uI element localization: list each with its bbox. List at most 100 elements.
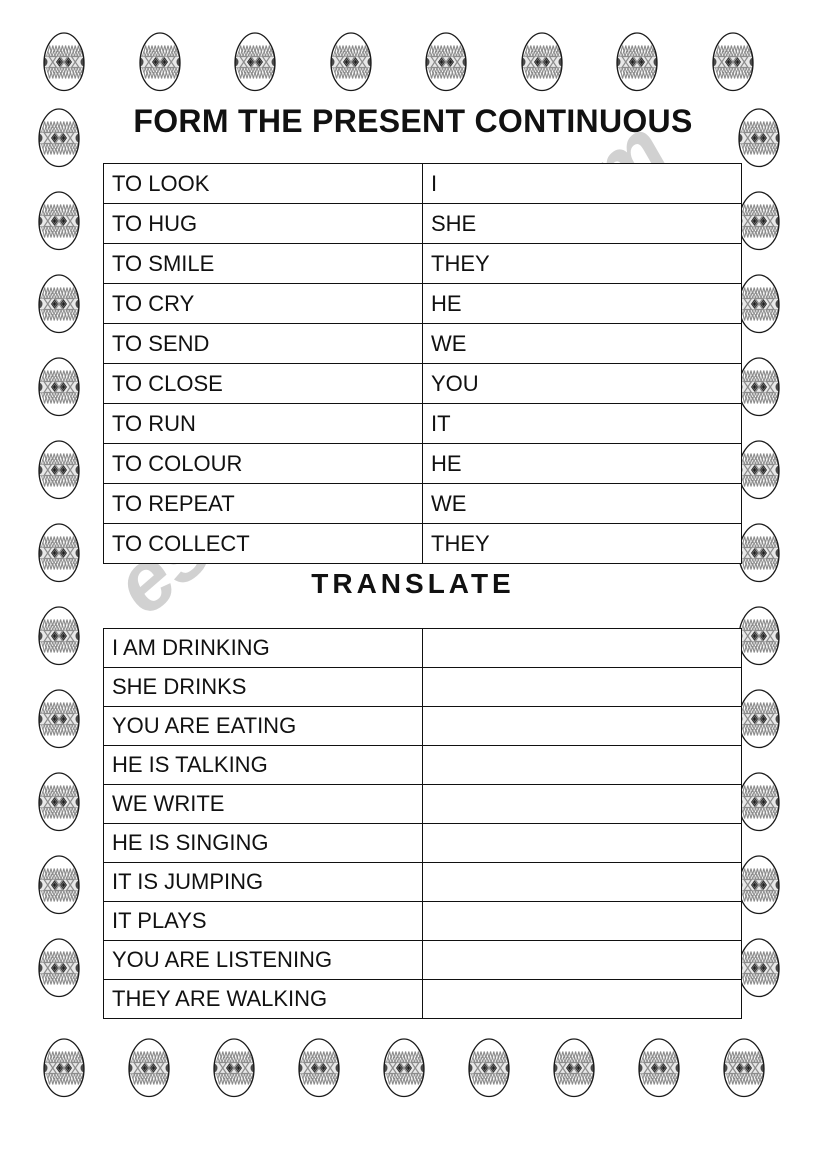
table-row: HE IS TALKING xyxy=(103,745,742,785)
easter-egg-icon xyxy=(466,1038,512,1098)
easter-egg-icon xyxy=(36,938,82,998)
easter-egg-icon xyxy=(41,32,87,92)
easter-egg-icon xyxy=(36,772,82,832)
table-row: TO REPEAT WE xyxy=(103,483,742,524)
easter-egg-icon xyxy=(36,523,82,583)
pronoun-cell[interactable]: THEY xyxy=(422,243,742,284)
sentence-cell: I AM DRINKING xyxy=(103,628,423,668)
easter-egg-icon xyxy=(736,191,782,251)
table-row: I AM DRINKING xyxy=(103,628,742,668)
easter-egg-icon xyxy=(636,1038,682,1098)
pronoun-cell[interactable]: YOU xyxy=(422,363,742,404)
pronoun-cell[interactable]: SHE xyxy=(422,203,742,244)
easter-egg-icon xyxy=(736,523,782,583)
easter-egg-icon xyxy=(736,440,782,500)
table-row: TO HUG SHE xyxy=(103,203,742,244)
easter-egg-icon xyxy=(614,32,660,92)
verb-cell: TO REPEAT xyxy=(103,483,423,524)
easter-egg-icon xyxy=(137,32,183,92)
table-row: TO CRY HE xyxy=(103,283,742,324)
answer-cell[interactable] xyxy=(422,979,742,1019)
table-row: IT PLAYS xyxy=(103,901,742,941)
easter-egg-icon xyxy=(36,440,82,500)
translate-section-title: TRANSLATE xyxy=(311,568,515,599)
easter-egg-icon xyxy=(296,1038,342,1098)
verb-cell: TO CLOSE xyxy=(103,363,423,404)
table-row: TO COLOUR HE xyxy=(103,443,742,484)
easter-egg-icon xyxy=(36,191,82,251)
easter-egg-icon xyxy=(736,855,782,915)
sentence-cell: IT PLAYS xyxy=(103,901,423,941)
sentence-cell: THEY ARE WALKING xyxy=(103,979,423,1019)
pronoun-cell[interactable]: WE xyxy=(422,323,742,364)
easter-egg-icon xyxy=(736,606,782,666)
table-row: WE WRITE xyxy=(103,784,742,824)
answer-cell[interactable] xyxy=(422,706,742,746)
answer-cell[interactable] xyxy=(422,628,742,668)
easter-egg-icon xyxy=(41,1038,87,1098)
answer-cell[interactable] xyxy=(422,784,742,824)
table-row: IT IS JUMPING xyxy=(103,862,742,902)
pronoun-cell[interactable]: I xyxy=(422,163,742,204)
easter-egg-icon xyxy=(736,938,782,998)
sentence-cell: IT IS JUMPING xyxy=(103,862,423,902)
easter-egg-icon xyxy=(381,1038,427,1098)
easter-egg-icon xyxy=(736,772,782,832)
table-row: YOU ARE LISTENING xyxy=(103,940,742,980)
table-row: TO CLOSE YOU xyxy=(103,363,742,404)
table-row: TO LOOK I xyxy=(103,163,742,204)
pronoun-cell[interactable]: IT xyxy=(422,403,742,444)
easter-egg-icon xyxy=(519,32,565,92)
verb-cell: TO HUG xyxy=(103,203,423,244)
answer-cell[interactable] xyxy=(422,667,742,707)
translate-table: I AM DRINKING SHE DRINKS YOU ARE EATING HE … xyxy=(103,628,742,1019)
easter-egg-icon xyxy=(211,1038,257,1098)
verb-cell: TO LOOK xyxy=(103,163,423,204)
table-row: TO COLLECT THEY xyxy=(103,523,742,564)
sentence-cell: YOU ARE EATING xyxy=(103,706,423,746)
easter-egg-icon xyxy=(551,1038,597,1098)
easter-egg-icon xyxy=(36,689,82,749)
easter-egg-icon xyxy=(36,855,82,915)
pronoun-cell[interactable]: THEY xyxy=(422,523,742,564)
verbs-table-body: TO LOOK I TO HUG SHE TO SMILE THEY TO CRY HE TO … xyxy=(103,163,742,564)
table-row: YOU ARE EATING xyxy=(103,706,742,746)
easter-egg-icon xyxy=(736,108,782,168)
table-row: TO SMILE THEY xyxy=(103,243,742,284)
table-row: TO RUN IT xyxy=(103,403,742,444)
answer-cell[interactable] xyxy=(422,940,742,980)
sentence-cell: HE IS SINGING xyxy=(103,823,423,863)
easter-egg-icon xyxy=(36,274,82,334)
verb-cell: TO SEND xyxy=(103,323,423,364)
answer-cell[interactable] xyxy=(422,823,742,863)
easter-egg-icon xyxy=(36,357,82,417)
sentence-cell: WE WRITE xyxy=(103,784,423,824)
easter-egg-icon xyxy=(328,32,374,92)
verbs-table: TO LOOK I TO HUG SHE TO SMILE THEY TO CRY HE TO … xyxy=(103,163,742,564)
pronoun-cell[interactable]: WE xyxy=(422,483,742,524)
page-title: FORM THE PRESENT CONTINUOUS xyxy=(133,103,693,139)
verb-cell: TO COLOUR xyxy=(103,443,423,484)
verb-cell: TO RUN xyxy=(103,403,423,444)
verb-cell: TO COLLECT xyxy=(103,523,423,564)
pronoun-cell[interactable]: HE xyxy=(422,283,742,324)
answer-cell[interactable] xyxy=(422,745,742,785)
easter-egg-icon xyxy=(126,1038,172,1098)
table-row: TO SEND WE xyxy=(103,323,742,364)
answer-cell[interactable] xyxy=(422,862,742,902)
table-row: SHE DRINKS xyxy=(103,667,742,707)
table-row: HE IS SINGING xyxy=(103,823,742,863)
easter-egg-icon xyxy=(36,108,82,168)
verb-cell: TO CRY xyxy=(103,283,423,324)
answer-cell[interactable] xyxy=(422,901,742,941)
easter-egg-icon xyxy=(721,1038,767,1098)
easter-egg-icon xyxy=(736,274,782,334)
pronoun-cell[interactable]: HE xyxy=(422,443,742,484)
worksheet-page: eslprintables.com FORM THE PRESENT CONTI… xyxy=(0,0,826,1169)
table-row: THEY ARE WALKING xyxy=(103,979,742,1019)
easter-egg-icon xyxy=(36,606,82,666)
easter-egg-icon xyxy=(710,32,756,92)
sentence-cell: HE IS TALKING xyxy=(103,745,423,785)
translate-table-body: I AM DRINKING SHE DRINKS YOU ARE EATING HE … xyxy=(103,628,742,1019)
easter-egg-icon xyxy=(232,32,278,92)
